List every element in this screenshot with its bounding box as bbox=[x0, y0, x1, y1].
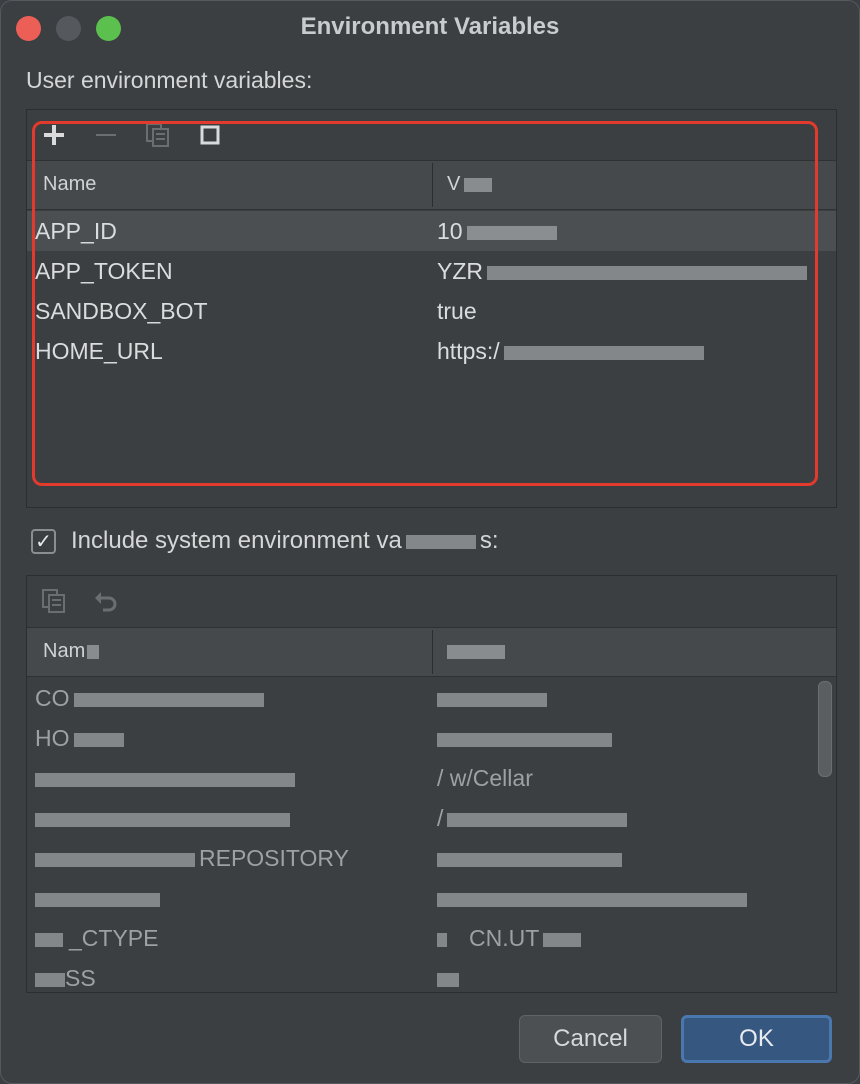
undo-icon bbox=[95, 592, 117, 612]
copy-system-variable-button[interactable] bbox=[39, 586, 69, 616]
column-divider[interactable] bbox=[432, 630, 433, 674]
table-row[interactable]: / bbox=[27, 798, 817, 838]
table-row[interactable]: HO bbox=[27, 718, 817, 758]
table-row[interactable]: _CTYPE CN.UT bbox=[27, 918, 817, 958]
highlight-annotation bbox=[32, 121, 818, 486]
include-system-checkbox[interactable]: ✓ bbox=[31, 529, 56, 554]
variable-name bbox=[35, 805, 290, 832]
table-row[interactable]: SS bbox=[27, 958, 817, 992]
copy-icon bbox=[42, 589, 65, 613]
variable-value: CN.UT bbox=[437, 925, 582, 952]
table-row[interactable]: / w/Cellar bbox=[27, 758, 817, 798]
system-table-header: Nam bbox=[27, 627, 836, 677]
variable-name bbox=[35, 885, 160, 912]
variable-value: / w/Cellar bbox=[437, 765, 533, 791]
system-variables-table: Nam CO HO / w/Cellar / REPOSITORY _CTYPE… bbox=[26, 575, 837, 993]
table-row[interactable]: REPOSITORY bbox=[27, 838, 817, 878]
table-row[interactable]: CO bbox=[27, 678, 817, 718]
variable-name: SS bbox=[35, 965, 96, 992]
variable-name: REPOSITORY bbox=[35, 845, 349, 872]
variable-name: CO bbox=[35, 685, 264, 712]
dialog-title: Environment Variables bbox=[300, 13, 560, 40]
user-variables-label: User environment variables: bbox=[26, 67, 313, 93]
environment-variables-dialog: Environment Variables User environment v… bbox=[0, 0, 860, 1084]
ok-button[interactable]: OK bbox=[681, 1015, 832, 1063]
title-bar: Environment Variables bbox=[1, 1, 859, 55]
reset-system-variable-button[interactable] bbox=[91, 586, 121, 616]
include-system-label[interactable]: Include system environment va s: bbox=[71, 527, 499, 555]
table-row[interactable] bbox=[27, 878, 817, 918]
variable-name bbox=[35, 765, 295, 792]
vertical-scrollbar[interactable] bbox=[818, 681, 832, 777]
variable-name: HO bbox=[35, 725, 124, 752]
variable-value bbox=[437, 845, 622, 872]
cancel-button[interactable]: Cancel bbox=[519, 1015, 662, 1063]
variable-value bbox=[437, 685, 547, 712]
system-variables-toolbar bbox=[27, 576, 836, 626]
variable-name: _CTYPE bbox=[35, 925, 158, 952]
variable-value bbox=[437, 885, 747, 912]
variable-value bbox=[437, 725, 612, 752]
name-column-header[interactable]: Nam bbox=[43, 640, 100, 663]
variable-value: / bbox=[437, 805, 628, 832]
variable-value bbox=[437, 965, 459, 992]
value-column-header[interactable] bbox=[447, 640, 505, 663]
